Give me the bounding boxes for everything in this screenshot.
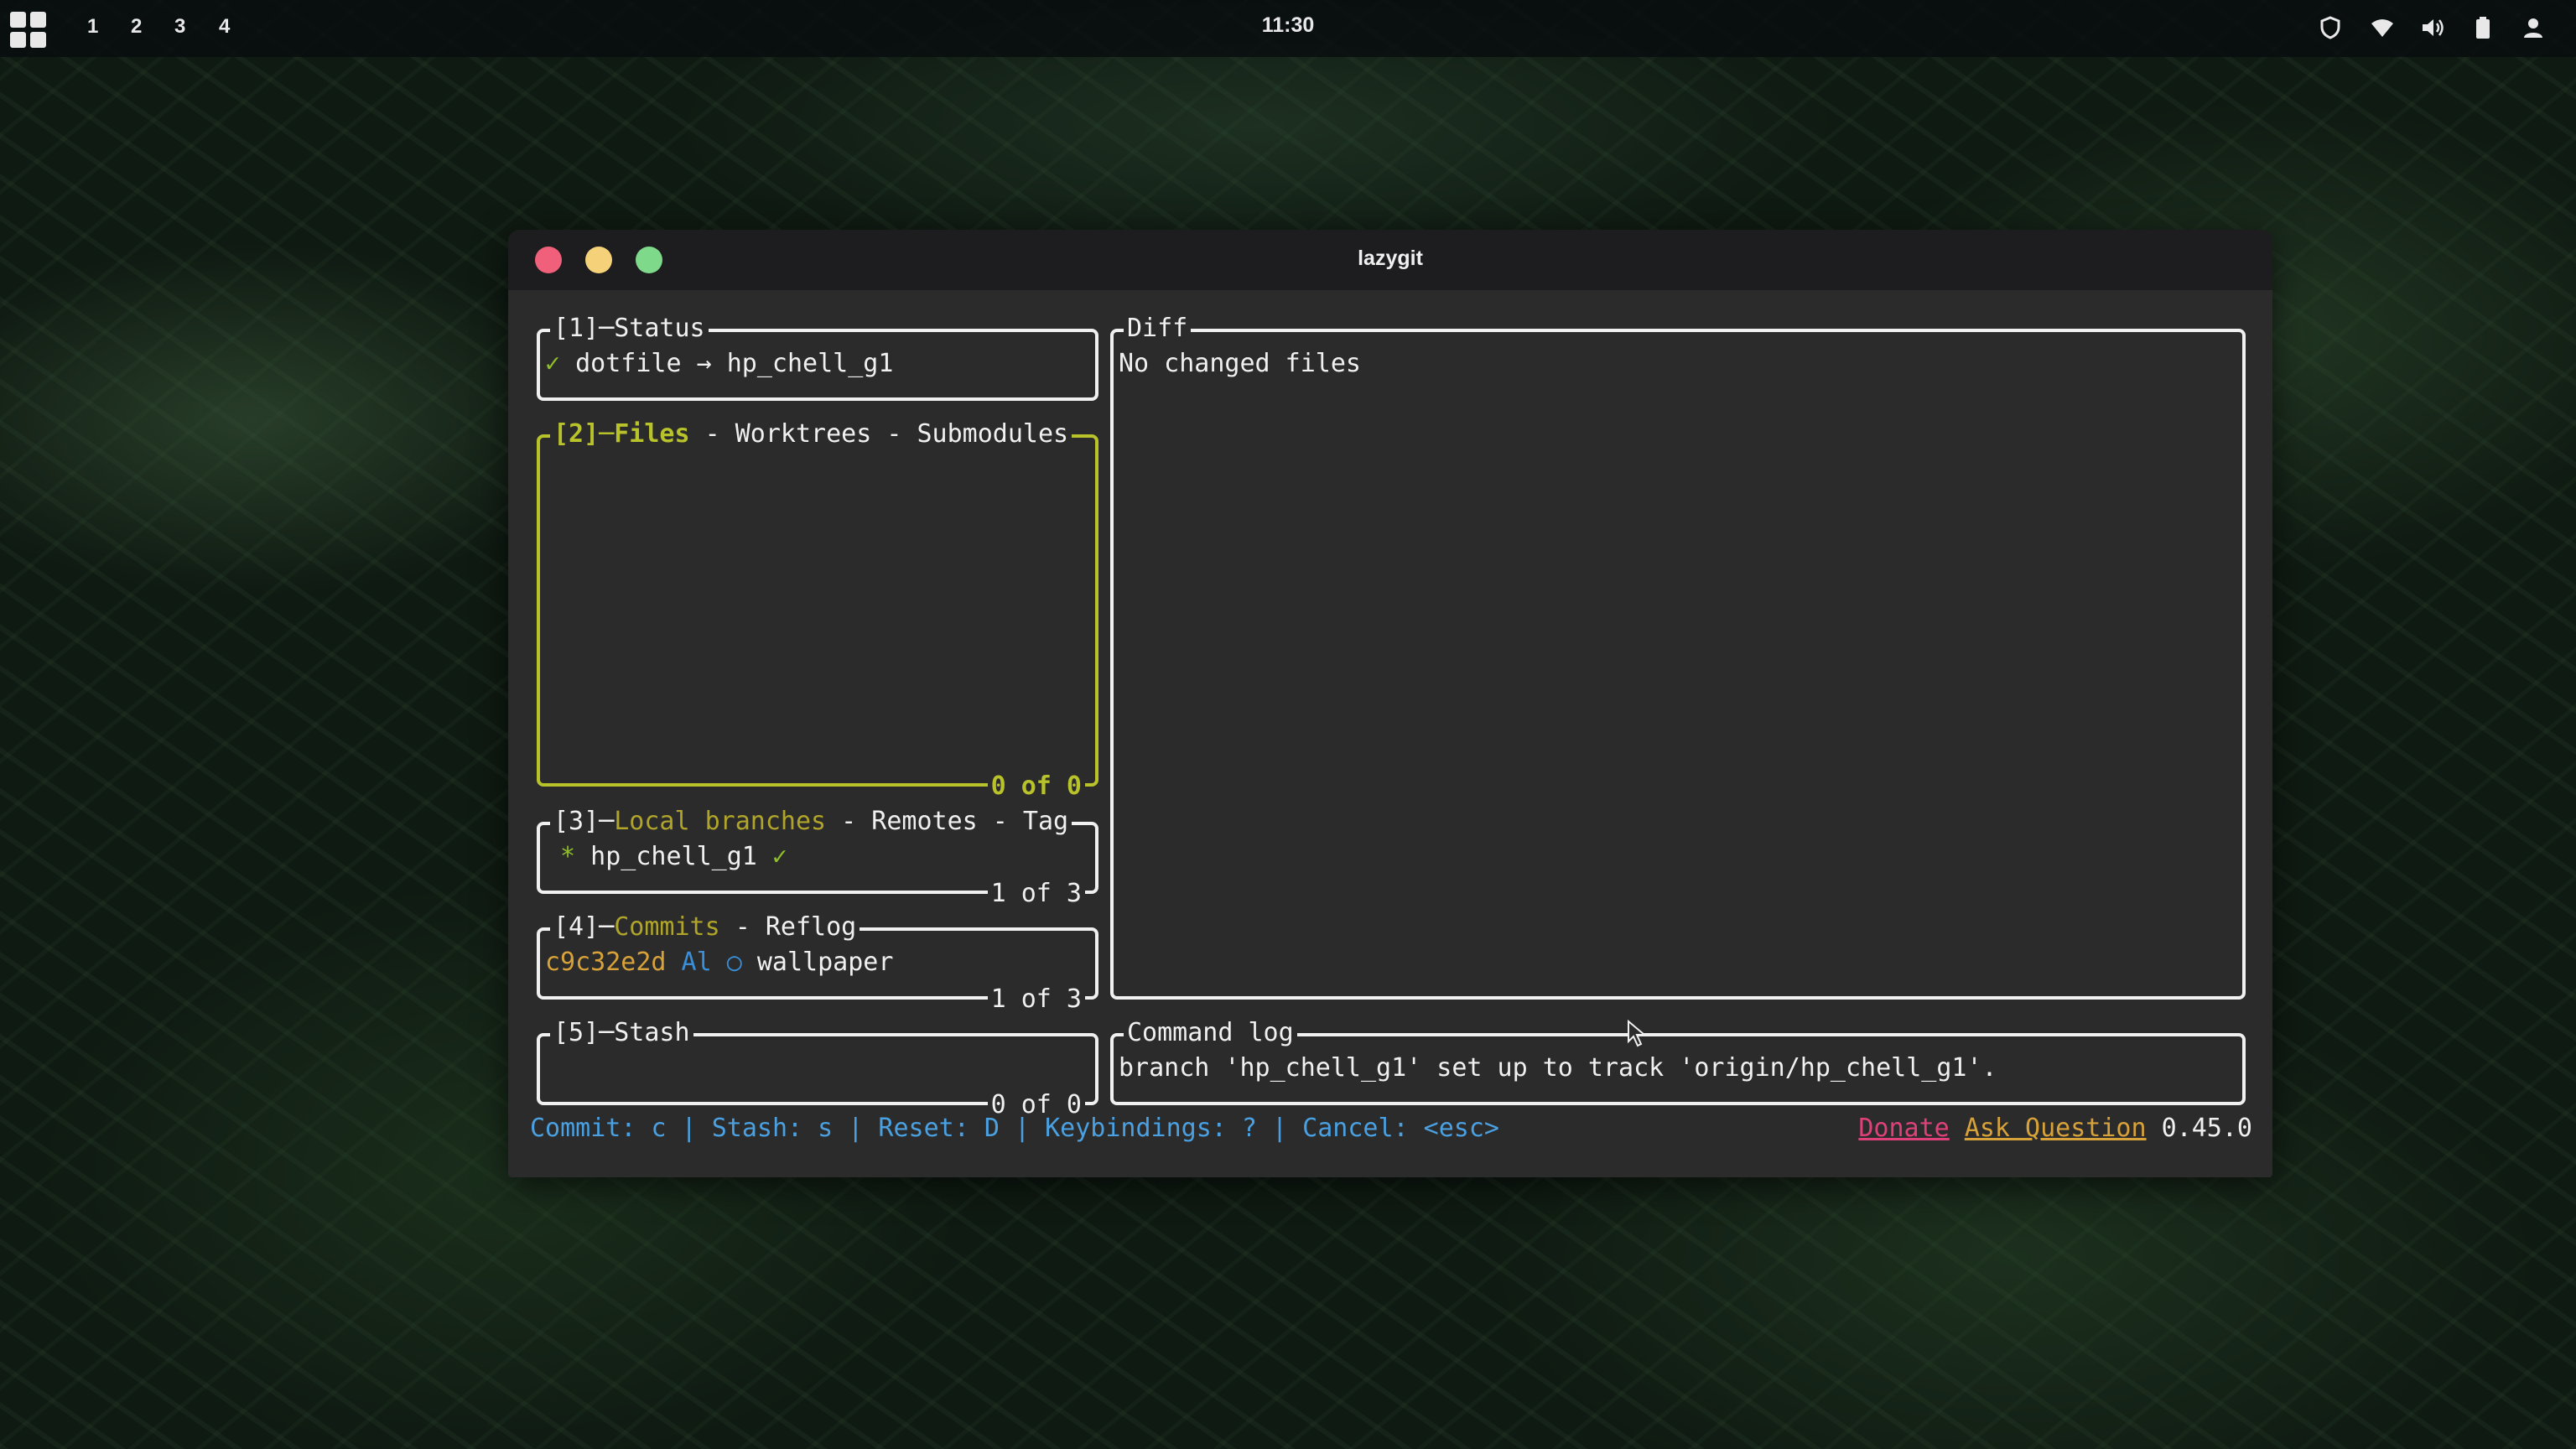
- tab-worktrees-submodules[interactable]: - Worktrees - Submodules: [690, 419, 1069, 449]
- branch-name: hp_chell_g1: [575, 842, 757, 871]
- command-log-panel[interactable]: Command log branch 'hp_chell_g1' set up …: [1110, 1018, 2246, 1105]
- wifi-icon[interactable]: [2370, 15, 2395, 40]
- status-panel[interactable]: [1]─Status ✓ dotfile → hp_chell_g1: [537, 314, 1098, 401]
- commits-panel-title: [4]─Commits - Reflog: [550, 912, 860, 943]
- minimize-button[interactable]: [585, 247, 612, 273]
- tab-files[interactable]: Files: [614, 419, 689, 449]
- branches-panel[interactable]: [3]─Local branches - Remotes - Tag * hp_…: [537, 807, 1098, 909]
- maximize-button[interactable]: [636, 247, 662, 273]
- shield-icon[interactable]: [2318, 15, 2343, 40]
- top-bar: 1 2 3 4 11:30: [0, 0, 2576, 57]
- stash-panel[interactable]: [5]─Stash 0 of 0: [537, 1018, 1098, 1120]
- commit-message: wallpaper: [741, 948, 894, 977]
- files-panel-number: [2]─: [553, 419, 615, 449]
- diff-text: No changed files: [1119, 349, 1361, 378]
- statusbar-right: Donate Ask Question 0.45.0: [1858, 1114, 2252, 1144]
- stash-panel-title: [5]─Stash: [550, 1018, 693, 1048]
- commit-row[interactable]: c9c32e2d Al ○ wallpaper: [545, 948, 893, 978]
- commit-hash: c9c32e2d: [545, 948, 667, 977]
- version-label: 0.45.0: [2146, 1114, 2252, 1143]
- commits-panel-number: [4]─: [553, 912, 615, 942]
- files-panel-count: 0 of 0: [987, 771, 1085, 802]
- title-bar[interactable]: lazygit: [508, 230, 2272, 290]
- branches-panel-number: [3]─: [553, 807, 615, 836]
- ask-question-link[interactable]: Ask Question: [1965, 1114, 2147, 1143]
- branches-panel-count: 1 of 3: [987, 879, 1085, 909]
- status-panel-title: [1]─Status: [550, 314, 709, 344]
- tab-local-branches[interactable]: Local branches: [614, 807, 826, 836]
- user-icon[interactable]: [2521, 15, 2546, 40]
- window-title: lazygit: [1358, 247, 1423, 270]
- battery-icon[interactable]: [2470, 15, 2496, 40]
- current-branch-marker: *: [545, 842, 576, 871]
- workspace-1[interactable]: 1: [87, 15, 98, 39]
- tab-commits[interactable]: Commits: [614, 912, 719, 942]
- app-grid-icon[interactable]: [10, 12, 47, 49]
- commits-panel-count: 1 of 3: [987, 984, 1085, 1015]
- diff-panel[interactable]: Diff No changed files: [1110, 314, 2246, 1000]
- files-panel[interactable]: [2]─Files - Worktrees - Submodules 0 of …: [537, 419, 1098, 802]
- branch-row[interactable]: * hp_chell_g1 ✓: [545, 842, 787, 872]
- status-text: dotfile → hp_chell_g1: [560, 349, 894, 378]
- commits-panel[interactable]: [4]─Commits - Reflog c9c32e2d Al ○ wallp…: [537, 912, 1098, 1015]
- close-button[interactable]: [535, 247, 562, 273]
- tab-reflog[interactable]: - Reflog: [720, 912, 857, 942]
- donate-link[interactable]: Donate: [1858, 1114, 1949, 1143]
- workspace-4[interactable]: 4: [219, 15, 230, 39]
- check-icon: ✓: [756, 842, 787, 871]
- branches-panel-title: [3]─Local branches - Remotes - Tag: [550, 807, 1072, 837]
- diff-panel-title: Diff: [1124, 314, 1192, 344]
- workspace-3[interactable]: 3: [174, 15, 185, 39]
- workspace-2[interactable]: 2: [131, 15, 142, 39]
- mouse-cursor-icon: [1628, 1020, 1647, 1047]
- clock[interactable]: 11:30: [1262, 13, 1315, 38]
- commit-graph-icon: ○: [711, 948, 742, 977]
- keybindings-hint: Commit: c | Stash: s | Reset: D | Keybin…: [530, 1114, 1499, 1143]
- command-log-text: branch 'hp_chell_g1' set up to track 'or…: [1119, 1053, 1997, 1083]
- files-panel-title: [2]─Files - Worktrees - Submodules: [550, 419, 1072, 449]
- lazygit-window: lazygit [1]─Status ✓ dotfile → hp_chell_…: [508, 230, 2272, 1177]
- status-row[interactable]: ✓ dotfile → hp_chell_g1: [545, 349, 893, 379]
- check-icon: ✓: [545, 349, 561, 378]
- tab-remotes-tags[interactable]: - Remotes - Tag: [826, 807, 1068, 836]
- commit-author: Al: [666, 948, 712, 977]
- volume-icon[interactable]: [2420, 15, 2445, 40]
- command-log-title: Command log: [1124, 1018, 1297, 1048]
